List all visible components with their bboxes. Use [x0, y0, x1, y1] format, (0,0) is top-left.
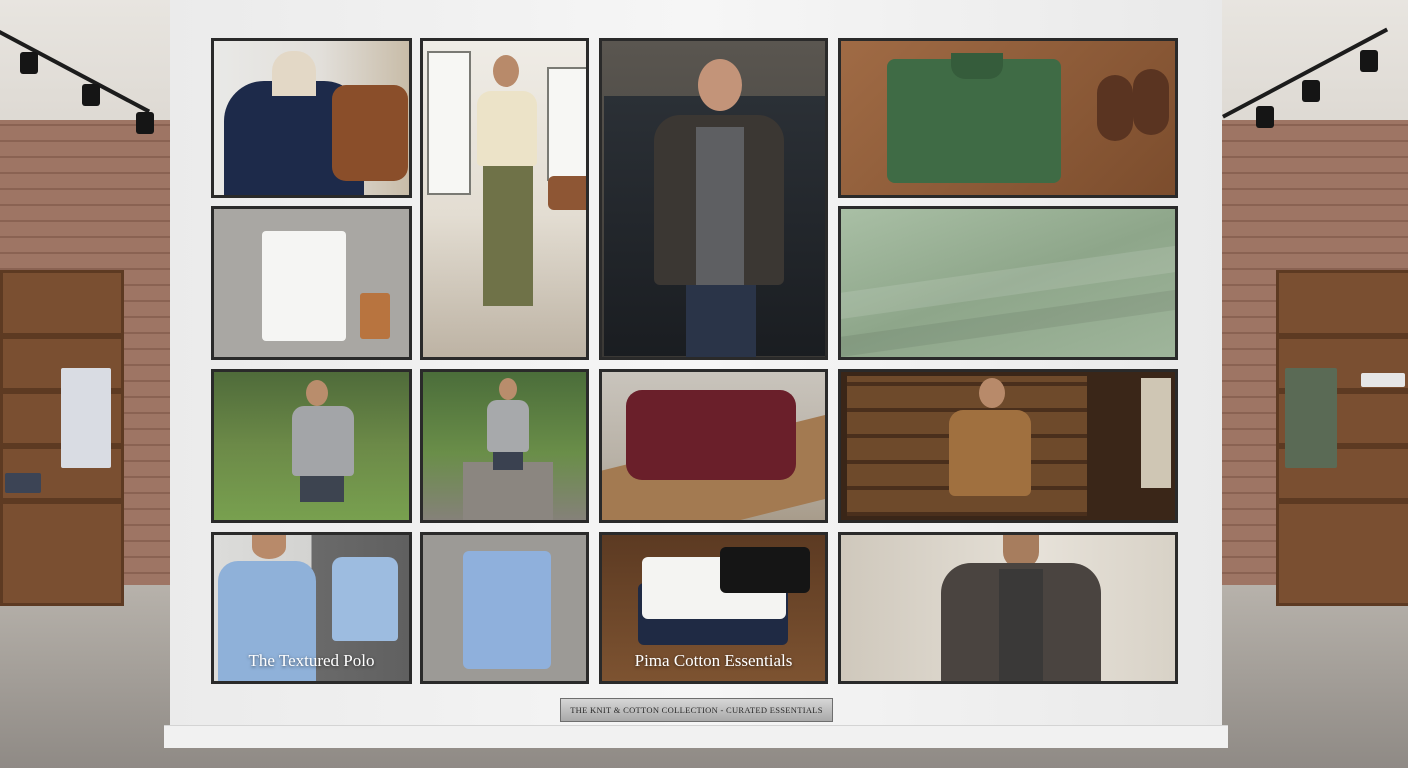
photo-tile: The Textured Polo	[211, 532, 412, 684]
photo-tile	[838, 206, 1178, 360]
photo-tile	[420, 38, 589, 360]
wood-shelf-right	[1276, 270, 1408, 606]
leather-wallet	[360, 293, 390, 339]
jeans	[686, 285, 756, 357]
person-head	[306, 380, 328, 406]
photo-tile	[838, 38, 1178, 198]
person-head	[979, 378, 1005, 408]
polo-collar	[951, 53, 1003, 79]
grey-sweater	[487, 400, 529, 452]
photo-tile	[211, 38, 412, 198]
display-wall-base	[164, 725, 1228, 748]
spotlight-icon	[1302, 80, 1320, 102]
photo-tile	[838, 369, 1178, 523]
mannequin-neck	[272, 51, 316, 96]
person-head	[252, 535, 286, 559]
olive-trousers	[483, 166, 533, 306]
photo-tile	[420, 369, 589, 523]
photo-tile	[838, 532, 1178, 684]
tile-caption: The Textured Polo	[248, 651, 375, 670]
loafer-shoe	[1097, 75, 1133, 141]
grey-sweater	[292, 406, 354, 476]
person-head	[698, 59, 742, 111]
photo-tile	[420, 532, 589, 684]
spotlight-icon	[136, 112, 154, 134]
spotlight-icon	[20, 52, 38, 74]
photo-tile	[211, 369, 412, 523]
photo-tile	[211, 206, 412, 360]
light-blue-polo-hanging	[332, 557, 398, 641]
spotlight-icon	[1360, 50, 1378, 72]
cream-polo	[477, 91, 537, 166]
person-head	[499, 378, 517, 400]
grey-tshirt	[999, 569, 1043, 681]
white-tshirt	[262, 231, 346, 341]
loafer-shoe	[1133, 69, 1169, 135]
spotlight-icon	[1256, 106, 1274, 128]
path	[463, 462, 553, 520]
tan-sweater	[949, 410, 1031, 496]
tile-caption: Pima Cotton Essentials	[634, 651, 793, 670]
shorts	[300, 476, 344, 502]
photo-tile	[599, 38, 828, 360]
photo-tile: Pima Cotton Essentials	[599, 532, 828, 684]
window	[427, 51, 471, 195]
black-tee-folded	[720, 547, 810, 593]
plaque-text: THE KNIT & COTTON COLLECTION - CURATED E…	[570, 705, 823, 715]
person-head	[493, 55, 519, 87]
burgundy-sweatshirt	[626, 390, 796, 480]
spotlight-icon	[82, 84, 100, 106]
window	[547, 67, 586, 181]
leather-armchair	[332, 85, 408, 181]
sofa	[548, 176, 586, 210]
collection-plaque: THE KNIT & COTTON COLLECTION - CURATED E…	[560, 698, 833, 722]
light-blue-polo-folded	[463, 551, 551, 669]
grey-tshirt	[696, 127, 744, 287]
window	[1141, 378, 1171, 488]
photo-tile	[599, 369, 828, 523]
wood-shelf-left	[0, 270, 124, 606]
shorts	[493, 452, 523, 470]
